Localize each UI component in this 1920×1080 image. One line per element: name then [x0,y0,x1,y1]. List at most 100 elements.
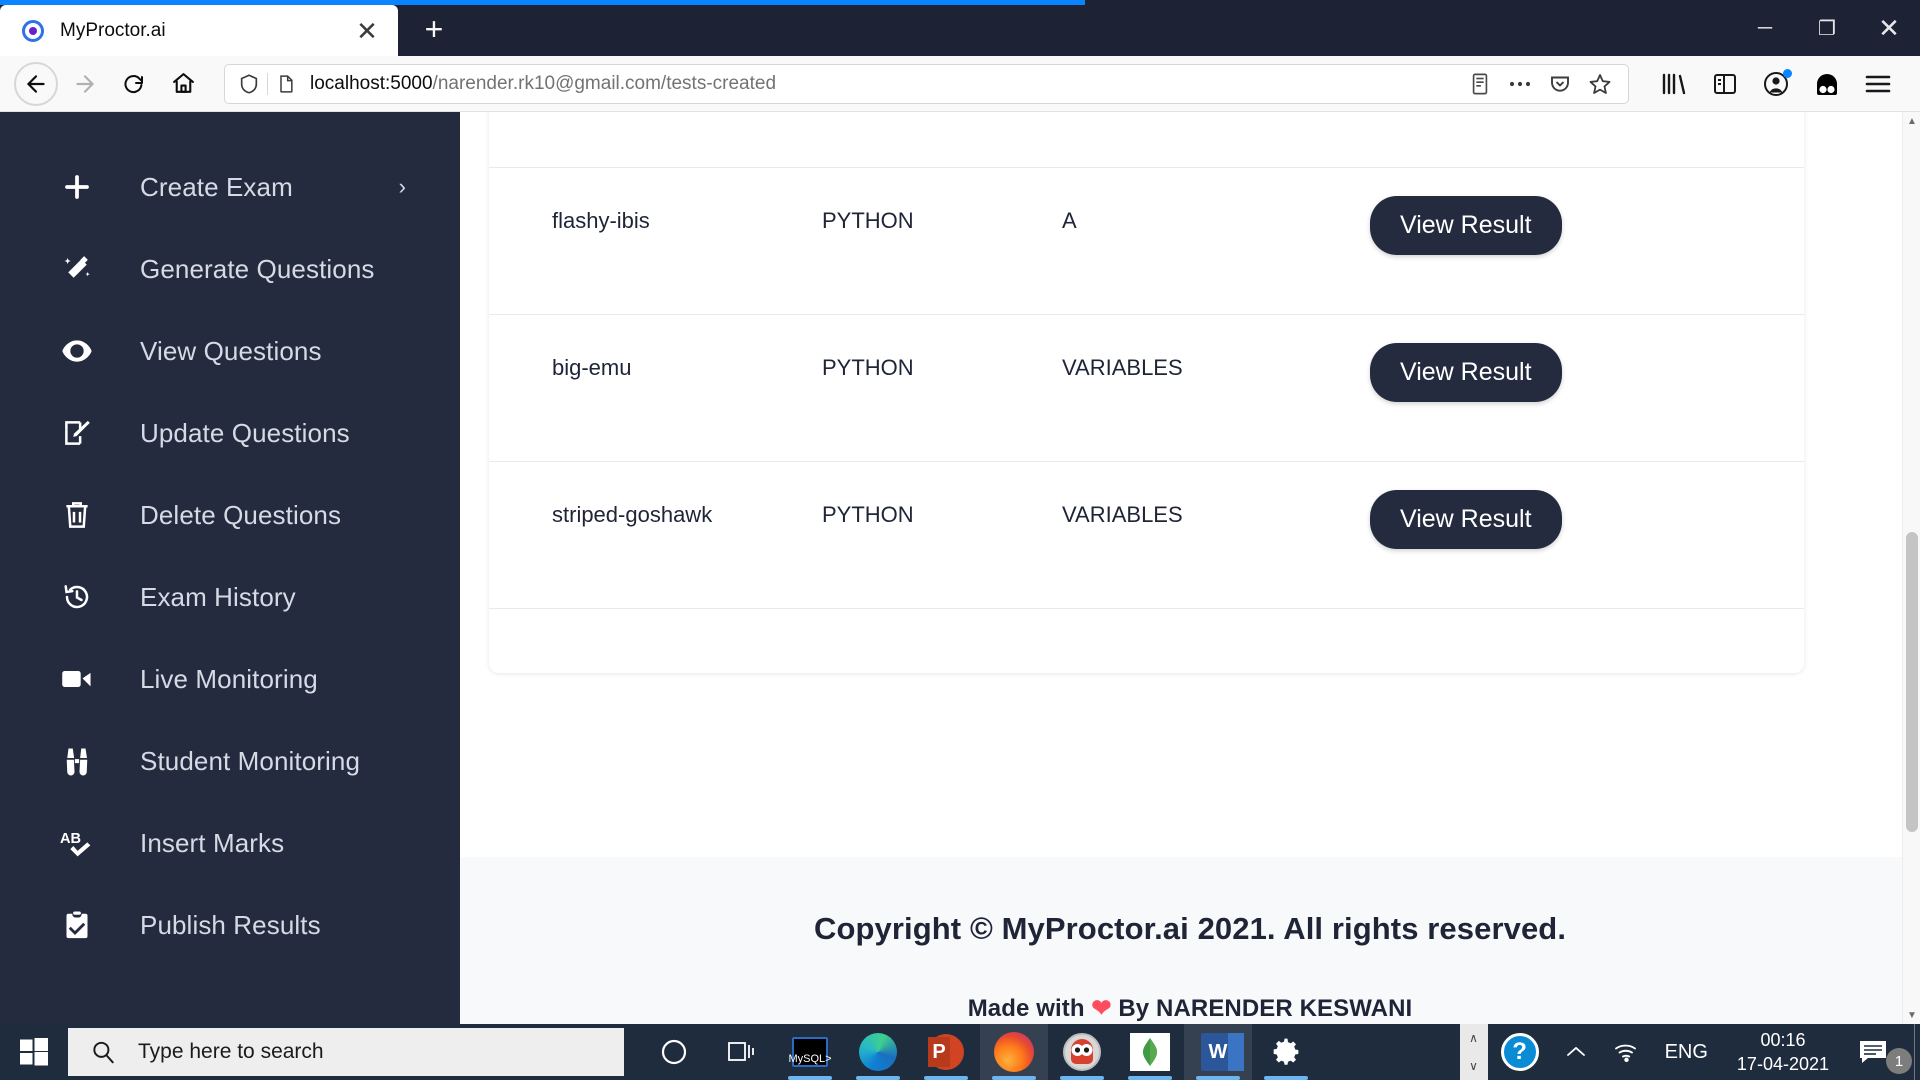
pocket-icon[interactable] [1540,64,1580,104]
cortana-icon[interactable] [640,1024,708,1080]
tab-title: MyProctor.ai [60,19,166,41]
minimize-button[interactable]: ─ [1734,0,1796,56]
url-path: /narender.rk10@gmail.com/tests-created [432,72,777,94]
table-row-partial: View Result [489,112,1804,168]
view-result-button[interactable]: View Result [1370,196,1562,255]
page-actions-ellipsis-icon[interactable] [1500,64,1540,104]
language-indicator[interactable]: ENG [1652,1024,1721,1080]
copyright-text: Copyright © MyProctor.ai 2021. All right… [813,911,1567,946]
microsoft-word-icon[interactable]: W [1184,1024,1252,1080]
tracking-protection-shield-icon[interactable] [233,68,265,100]
url-divider [267,72,268,95]
scrollbar-thumb[interactable] [1906,532,1918,832]
sidebar-item-delete-questions[interactable]: Delete Questions [0,474,460,556]
tests-created-card: View Result flashy-ibis PYTHON A View Re… [489,112,1804,673]
home-icon[interactable] [161,62,205,106]
action-cell: View Result [1362,196,1804,255]
reader-view-icon[interactable] [1460,64,1500,104]
made-with-suffix: By NARENDER KESWANI [1118,995,1413,1022]
firefox-icon[interactable] [980,1024,1048,1080]
view-result-button[interactable]: View Result [1370,490,1562,549]
tray-scroll-buttons[interactable]: ∧ ∨ [1459,1024,1488,1080]
mongodb-icon[interactable] [1116,1024,1184,1080]
subject-cell: PYTHON [822,502,914,527]
sidebar-item-insert-marks[interactable]: AB Insert Marks [0,802,460,884]
action-center-icon[interactable]: 1 [1845,1024,1914,1080]
system-tray: ∧ ∨ ? ENG 00:16 17-04-2021 1 [1459,1024,1920,1080]
scroll-down-arrow-icon[interactable]: ▼ [1903,1006,1920,1024]
binoculars-icon [56,746,98,776]
forward-icon[interactable] [63,62,107,106]
sidebar-panel-icon[interactable] [1702,61,1748,107]
myproctor-favicon [22,19,44,42]
search-input[interactable]: Type here to search [68,1028,624,1076]
windows-start-icon[interactable] [0,1024,68,1080]
sidebar-item-generate-questions[interactable]: Generate Questions [0,228,460,310]
trash-icon [56,500,98,530]
reload-icon[interactable] [112,62,156,106]
tray-scroll-down-icon[interactable]: ∨ [1469,1059,1478,1073]
url-text[interactable]: localhost:5000/narender.rk10@gmail.com/t… [302,73,1460,95]
browser-tab[interactable]: MyProctor.ai ✕ [0,5,398,56]
browser-window: MyProctor.ai ✕ + ─ ❐ ✕ localhost:5000/na… [0,0,1920,1024]
clock-date: 17-04-2021 [1736,1054,1829,1074]
mongodb-glyph [1130,1033,1170,1071]
new-tab-button[interactable]: + [410,5,458,53]
heart-icon: ❤ [1091,995,1112,1022]
clipboard-check-icon [56,910,98,940]
close-icon[interactable]: ✕ [350,14,384,48]
sidebar-label: View Questions [140,335,322,366]
video-camera-icon [56,666,98,692]
page-document-icon[interactable] [270,68,302,100]
window-close-button[interactable]: ✕ [1858,0,1920,56]
task-view-icon[interactable] [708,1024,776,1080]
sidebar-item-exam-history[interactable]: Exam History [0,556,460,638]
firefox-glyph [994,1032,1034,1072]
settings-gear-icon[interactable] [1252,1024,1320,1080]
window-controls: ─ ❐ ✕ [1734,0,1920,56]
scroll-up-arrow-icon[interactable]: ▲ [1903,112,1920,130]
sidebar-item-update-questions[interactable]: Update Questions [0,392,460,474]
word-glyph: W [1201,1033,1244,1071]
sidebar-item-create-exam[interactable]: Create Exam › [0,146,460,228]
sidebar-label: Create Exam [140,171,293,202]
url-bar[interactable]: localhost:5000/narender.rk10@gmail.com/t… [224,63,1629,104]
help-question-icon[interactable]: ? [1488,1024,1552,1080]
wifi-icon[interactable] [1600,1024,1652,1080]
owl-glyph [1063,1033,1101,1071]
owl-app-icon[interactable] [1048,1024,1116,1080]
sidebar-item-view-questions[interactable]: View Questions [0,310,460,392]
navigation-toolbar: localhost:5000/narender.rk10@gmail.com/t… [0,56,1920,112]
running-indicator [788,1076,832,1080]
sidebar-item-live-monitoring[interactable]: Live Monitoring [0,638,460,720]
account-notification-dot [1783,68,1792,78]
table-row: striped-goshawk PYTHON VARIABLES View Re… [489,462,1804,609]
subject-cell: PYTHON [822,355,914,380]
back-icon[interactable] [14,61,58,106]
mysql-icon[interactable]: MySQL> [776,1024,844,1080]
test-name-cell: flashy-ibis [552,208,650,233]
powerpoint-icon[interactable] [912,1024,980,1080]
view-result-button[interactable]: View Result [1370,343,1562,402]
sidebar-item-student-monitoring[interactable]: Student Monitoring [0,720,460,802]
taskbar-clock[interactable]: 00:16 17-04-2021 [1721,1028,1845,1077]
maximize-button[interactable]: ❐ [1796,0,1858,56]
test-name-cell: big-emu [552,355,632,380]
sidebar-label: Generate Questions [140,253,375,284]
show-desktop-button[interactable] [1914,1024,1920,1080]
hamburger-menu-icon[interactable] [1855,61,1901,107]
library-icon[interactable] [1651,61,1697,107]
sidebar-label: Student Monitoring [140,745,361,776]
search-icon [90,1039,116,1065]
firefox-account-icon[interactable] [1753,61,1799,107]
page-scrollbar[interactable]: ▲ ▼ [1902,112,1920,1024]
tray-scroll-up-icon[interactable]: ∧ [1469,1031,1478,1045]
sidebar-item-publish-results[interactable]: Publish Results [0,884,460,966]
show-hidden-icons-chevron[interactable] [1552,1024,1600,1080]
extension-icon[interactable] [1804,61,1850,107]
running-indicator [1264,1076,1308,1080]
table-row: flashy-ibis PYTHON A View Result [489,168,1804,315]
notification-count-badge: 1 [1886,1048,1912,1074]
microsoft-edge-icon[interactable] [844,1024,912,1080]
bookmark-star-icon[interactable] [1580,64,1620,104]
